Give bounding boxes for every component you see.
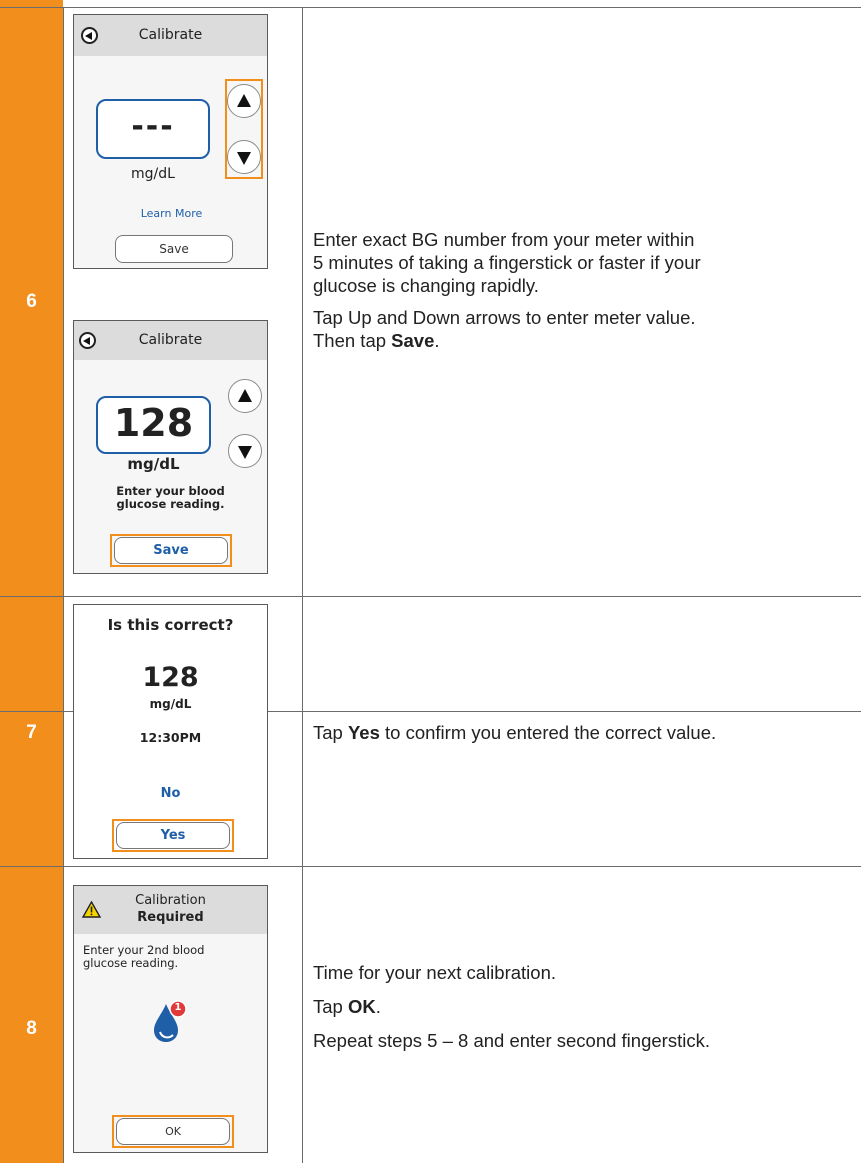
time-label: 12:30PM	[139, 730, 202, 745]
up-arrow-icon[interactable]	[227, 84, 261, 118]
step-number: 8	[26, 1018, 37, 1039]
table-border-top	[0, 7, 861, 8]
step-number: 7	[26, 722, 37, 743]
unit-label: mg/dL	[127, 455, 180, 473]
step-7-instructions: Tap Yes to confirm you entered the corre…	[313, 721, 833, 744]
screen-header: Calibrate	[74, 15, 267, 56]
instruction-text: .	[434, 330, 440, 351]
instruction-text: Tap	[313, 722, 348, 743]
unit-label: mg/dL	[131, 166, 175, 182]
bg-value-field[interactable]: 128	[96, 396, 211, 454]
message-line: glucose reading.	[83, 956, 179, 970]
instruction-bold: OK	[347, 996, 376, 1017]
title-line: Calibration	[135, 893, 206, 908]
yes-button[interactable]: Yes	[116, 822, 230, 849]
table-row-divider-2	[63, 596, 861, 597]
screen-header: Calibration Required	[74, 886, 267, 934]
bg-value: ---	[131, 109, 175, 144]
confirm-screen: Is this correct? 128 mg/dL 12:30PM No Ye…	[73, 604, 268, 859]
screen-title: Calibrate	[138, 332, 203, 348]
save-button[interactable]: Save	[114, 537, 228, 564]
step-6-instructions: Enter exact BG number from your meter wi…	[313, 228, 833, 352]
step-column	[0, 0, 63, 1163]
message-text: Enter your 2nd blood glucose reading.	[83, 944, 204, 970]
instruction-line: Repeat steps 5 – 8 and enter second fing…	[313, 1030, 710, 1051]
table-col-divider	[63, 7, 64, 1163]
instruction-line: 5 minutes of taking a fingerstick or fas…	[313, 252, 701, 273]
no-button[interactable]: No	[74, 786, 267, 801]
instruction-text: Then tap	[313, 330, 392, 351]
instruction-line: glucose is changing rapidly.	[313, 275, 539, 296]
unit-label: mg/dL	[149, 697, 192, 711]
instruction-line: Tap OK.	[313, 995, 833, 1018]
down-arrow-icon[interactable]	[227, 140, 261, 174]
instruction-bold: Yes	[347, 722, 380, 743]
calibrate-screen-filled: Calibrate 128 mg/dL Enter your blood glu…	[73, 320, 268, 574]
prompt-text: Enter your blood glucose reading.	[74, 485, 267, 511]
down-arrow-icon[interactable]	[228, 434, 262, 468]
bg-value: 128	[113, 401, 194, 445]
screen-title: Calibrate	[138, 27, 203, 43]
screen-title: Calibration Required	[74, 892, 267, 926]
learn-more-link[interactable]: Learn More	[74, 207, 267, 220]
instruction-line: Then tap Save.	[313, 329, 833, 352]
step-8-instructions: Time for your next calibration. Tap OK. …	[313, 961, 833, 1052]
instruction-line: Time for your next calibration.	[313, 962, 556, 983]
calibrate-screen-empty: Calibrate --- mg/dL Learn More Save	[73, 14, 268, 269]
notification-badge: 1	[174, 1002, 182, 1013]
blood-drop-icon	[154, 1000, 187, 1042]
instruction-bold: Save	[391, 330, 435, 351]
bg-value-field[interactable]: ---	[96, 99, 210, 159]
table-col-divider	[302, 7, 303, 1163]
screen-header: Calibrate	[74, 321, 267, 360]
instruction-text: Tap	[313, 996, 348, 1017]
instruction-line: Tap Up and Down arrows to enter meter va…	[313, 307, 696, 328]
instruction-text: .	[375, 996, 381, 1017]
instruction-line: Enter exact BG number from your meter wi…	[313, 229, 695, 250]
step-number: 6	[26, 291, 37, 312]
prompt-line: glucose reading.	[116, 497, 225, 511]
ok-button[interactable]: OK	[116, 1118, 230, 1145]
up-arrow-icon[interactable]	[228, 379, 262, 413]
save-button[interactable]: Save	[115, 235, 233, 263]
bg-value: 128	[142, 662, 199, 693]
title-line: Required	[137, 910, 204, 925]
instruction-line: Tap Yes to confirm you entered the corre…	[313, 721, 833, 744]
screen-title: Is this correct?	[107, 616, 234, 634]
calibration-required-screen: Calibration Required Enter your 2nd bloo…	[73, 885, 268, 1153]
table-row-divider-78	[0, 866, 861, 867]
instruction-text: to confirm you entered the correct value…	[379, 722, 717, 743]
